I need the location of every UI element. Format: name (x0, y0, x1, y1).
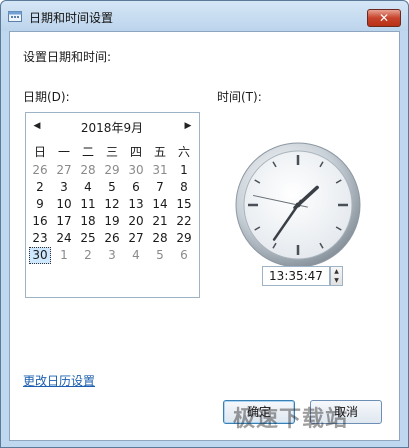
calendar-day[interactable]: 3 (101, 247, 123, 264)
calendar-day[interactable]: 1 (53, 247, 75, 264)
calendar-day[interactable]: 19 (101, 213, 123, 230)
weekday-label: 六 (177, 145, 190, 159)
time-label: 时间(T): (217, 90, 262, 104)
calendar-day[interactable]: 21 (149, 213, 171, 230)
calendar-week: 9 10 11 12 13 14 15 (29, 196, 197, 213)
calendar-week: 30 1 2 3 4 5 6 (29, 247, 197, 264)
calendar-day[interactable]: 29 (101, 162, 123, 179)
calendar-day[interactable]: 11 (77, 196, 99, 213)
calendar-day[interactable]: 6 (173, 247, 195, 264)
calendar-day[interactable]: 16 (29, 213, 51, 230)
weekday-label: 二 (81, 145, 94, 159)
dialog-window: 日期和时间设置 ✕ 设置日期和时间: 日期(D): 时间(T): ◀ 2018年… (0, 0, 409, 448)
calendar-day[interactable]: 13 (125, 196, 147, 213)
calendar-day[interactable]: 31 (149, 162, 171, 179)
calendar-day[interactable]: 7 (149, 179, 171, 196)
calendar-day[interactable]: 20 (125, 213, 147, 230)
time-spinner[interactable]: ▲ ▼ (330, 266, 343, 286)
title-bar[interactable]: 日期和时间设置 ✕ (1, 1, 408, 31)
weekday-label: 四 (129, 145, 142, 159)
calendar-day[interactable]: 22 (173, 213, 195, 230)
calendar-day[interactable]: 27 (125, 230, 147, 247)
calendar-day[interactable]: 14 (149, 196, 171, 213)
close-button[interactable]: ✕ (367, 9, 401, 27)
prev-month-icon[interactable]: ◀ (31, 120, 43, 132)
calendar-day[interactable]: 8 (173, 179, 195, 196)
calendar-day[interactable]: 24 (53, 230, 75, 247)
calendar-day[interactable]: 9 (29, 196, 51, 213)
weekday-header: 日 一 二 三 四 五 六 (29, 144, 197, 161)
calendar-month-title[interactable]: 2018年9月 (56, 119, 168, 136)
spin-down-icon[interactable]: ▼ (331, 276, 342, 285)
calendar-week: 2345678 (29, 179, 197, 196)
calendar-day[interactable]: 1 (173, 162, 195, 179)
calendar-day[interactable]: 15 (173, 196, 195, 213)
clock-face (235, 142, 361, 268)
calendar-day[interactable]: 12 (101, 196, 123, 213)
calendar-day[interactable]: 18 (77, 213, 99, 230)
calendar-week: 26 27 28 29 30 31 1 (29, 162, 197, 179)
intro-label: 设置日期和时间: (23, 50, 112, 64)
calendar-day[interactable]: 26 (29, 162, 51, 179)
clock-center (295, 202, 301, 208)
calendar-day[interactable]: 25 (77, 230, 99, 247)
calendar-day[interactable]: 27 (53, 162, 75, 179)
calendar-day[interactable]: 3 (53, 179, 75, 196)
calendar-day[interactable]: 23 (29, 230, 51, 247)
weekday-label: 日 (33, 145, 46, 159)
watermark-text: 极速下载站 (233, 407, 349, 432)
spin-up-icon[interactable]: ▲ (331, 267, 342, 276)
weekday-label: 三 (105, 145, 118, 159)
calendar-week: 16 17 18 19 20 21 22 (29, 213, 197, 230)
calendar-day[interactable]: 5 (149, 247, 171, 264)
calendar-day[interactable]: 5 (101, 179, 123, 196)
date-label: 日期(D): (23, 90, 70, 104)
close-icon: ✕ (378, 11, 390, 25)
calendar-day[interactable]: 2 (77, 247, 99, 264)
calendar-week: 23 24 25 26 27 28 29 (29, 230, 197, 247)
calendar-day[interactable]: 29 (173, 230, 195, 247)
calendar-day[interactable]: 30 (125, 162, 147, 179)
calendar-day[interactable]: 28 (77, 162, 99, 179)
next-month-icon[interactable]: ▶ (182, 120, 194, 132)
change-calendar-settings-link[interactable]: 更改日历设置 (23, 372, 95, 389)
calendar-day[interactable]: 4 (125, 247, 147, 264)
calendar-clock-icon (8, 11, 22, 22)
calendar-day[interactable]: 10 (53, 196, 75, 213)
calendar-day[interactable]: 2 (29, 179, 51, 196)
weekday-label: 五 (153, 145, 166, 159)
calendar-day[interactable]: 17 (53, 213, 75, 230)
calendar-day-selected[interactable]: 30 (29, 247, 51, 264)
calendar-day[interactable]: 6 (125, 179, 147, 196)
analog-clock (233, 140, 363, 270)
weekday-label: 一 (57, 145, 70, 159)
calendar-day[interactable]: 26 (101, 230, 123, 247)
calendar-day[interactable]: 28 (149, 230, 171, 247)
calendar-day[interactable]: 4 (77, 179, 99, 196)
window-title: 日期和时间设置 (29, 11, 114, 25)
time-input[interactable]: 13:35:47 (262, 266, 330, 286)
dialog-body: 设置日期和时间: 日期(D): 时间(T): ◀ 2018年9月 ▶ 日 一 二… (9, 31, 400, 441)
calendar[interactable]: ◀ 2018年9月 ▶ 日 一 二 三 四 五 六 26 27 28 29 30 31 1 … (25, 112, 200, 298)
